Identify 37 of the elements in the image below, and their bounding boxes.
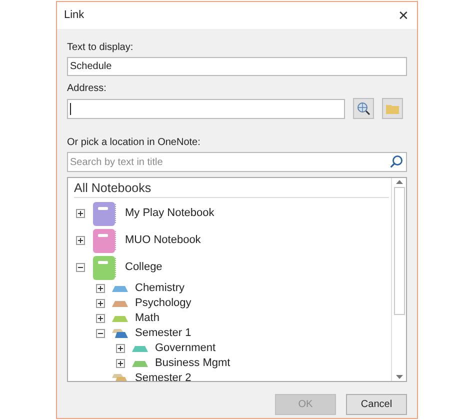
globe-search-icon <box>357 102 370 115</box>
section-name[interactable]: Semester 2 <box>135 370 192 381</box>
field-label: Address: <box>67 82 108 96</box>
tree-header: All Notebooks <box>74 178 389 198</box>
expand-toggle[interactable] <box>96 299 105 308</box>
expand-toggle[interactable] <box>96 314 105 323</box>
expand-toggle[interactable] <box>76 236 85 245</box>
section-name[interactable]: Math <box>135 310 160 327</box>
expand-toggle[interactable] <box>116 359 125 368</box>
dialog-button[interactable]: Cancel <box>346 394 407 415</box>
scrollbar-thumb[interactable] <box>394 187 404 315</box>
notebook-name[interactable]: My Play Notebook <box>125 205 214 222</box>
notebook-name[interactable]: College <box>125 259 162 276</box>
expand-toggle[interactable] <box>116 344 125 353</box>
scrollbar[interactable] <box>391 178 406 381</box>
close-button[interactable]: ✕ <box>398 9 409 22</box>
folder-icon <box>386 104 399 114</box>
text-input-field[interactable]: Schedule <box>67 57 407 76</box>
section-label: Or pick a location in OneNote: <box>67 136 202 150</box>
expand-toggle[interactable] <box>96 284 105 293</box>
section-name[interactable]: Semester 1 <box>135 325 192 342</box>
scroll-down-icon[interactable] <box>396 375 402 379</box>
notebook-name[interactable]: MUO Notebook <box>125 232 201 249</box>
section-name[interactable]: Psychology <box>135 295 192 312</box>
field-label: Text to display: <box>67 41 134 55</box>
section-name[interactable]: Business Mgmt <box>155 355 230 372</box>
expand-toggle[interactable] <box>76 209 85 218</box>
collapse-toggle[interactable] <box>96 329 105 338</box>
search-icon[interactable] <box>390 155 403 168</box>
window-title: Link <box>64 8 84 24</box>
scroll-up-icon[interactable] <box>396 180 402 184</box>
section-name[interactable]: Government <box>155 340 216 357</box>
section-name[interactable]: Chemistry <box>135 280 185 297</box>
browse-web-button[interactable] <box>353 98 374 119</box>
search-field[interactable]: Search by text in title <box>67 152 407 172</box>
collapse-toggle[interactable] <box>76 263 85 272</box>
address-input-field[interactable] <box>67 98 345 118</box>
